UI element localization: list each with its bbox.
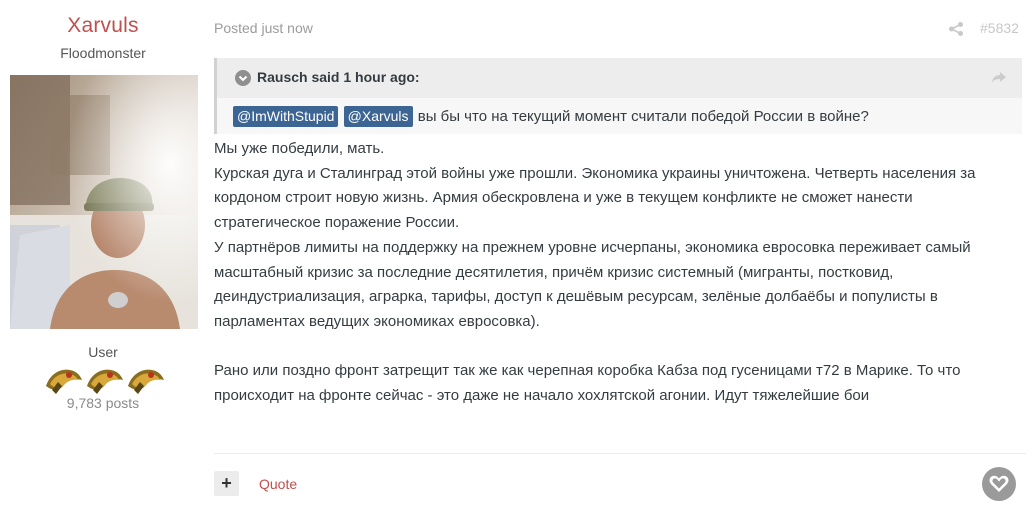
rank-icon — [128, 369, 164, 394]
post-line: Рано или поздно фронт затрещит так же ка… — [214, 362, 961, 380]
post-line: парламентах ведущих экономиках евросовка… — [214, 312, 540, 330]
post-timestamp[interactable]: Posted just now — [214, 20, 313, 36]
multiquote-button[interactable]: + — [214, 471, 239, 496]
rank-icon — [46, 369, 82, 394]
collapse-icon[interactable] — [235, 70, 251, 86]
post-line: Курская дуга и Сталинград этой войны уже… — [214, 164, 976, 182]
post-number-link[interactable]: #5832 — [980, 20, 1019, 36]
share-icon[interactable] — [948, 21, 964, 37]
author-post-count[interactable]: 9,783 posts — [0, 395, 206, 411]
quote-block: Rausch said 1 hour ago: @ImWithStupid @X… — [214, 58, 1022, 134]
mention-link[interactable]: @Xarvuls — [343, 106, 413, 127]
quote-header[interactable]: Rausch said 1 hour ago: — [217, 58, 1022, 98]
rank-badges — [44, 362, 166, 396]
post-line: стратегическое поражение России. — [214, 214, 460, 232]
quote-text: вы бы что на текущий момент считали побе… — [417, 108, 869, 125]
author-panel: Xarvuls Floodmonster User 9,783 posts — [0, 0, 206, 520]
mention-link[interactable]: @ImWithStupid — [233, 106, 339, 127]
quote-link-icon[interactable] — [991, 69, 1007, 85]
post-line: Мы уже победили, мать. — [214, 140, 385, 157]
author-title: Floodmonster — [60, 45, 146, 61]
post-line: кордоном строит новую жизнь. Армия обеск… — [214, 189, 913, 207]
author-name[interactable]: Xarvuls — [0, 14, 206, 38]
heart-icon — [989, 475, 1009, 492]
post-content: Мы уже победили, мать. Курская дуга и Ст… — [214, 137, 1026, 409]
post-line: масштабный кризис за последние десятилет… — [214, 263, 894, 281]
avatar[interactable] — [10, 75, 198, 329]
post-line: происходит на фронте сейчас - это даже н… — [214, 387, 870, 405]
rank-icon — [87, 369, 123, 394]
post-line: деиндустриализация, аграрка, тарифы, дос… — [214, 288, 938, 306]
post-line: У партнёров лимиты на поддержку на прежн… — [214, 238, 971, 256]
quote-body: @ImWithStupid @Xarvuls вы бы что на теку… — [233, 106, 869, 127]
quote-author: Rausch said 1 hour ago: — [257, 69, 420, 85]
footer-divider — [214, 453, 1026, 454]
quote-button[interactable]: Quote — [259, 476, 297, 492]
author-group: User — [88, 344, 118, 360]
react-button[interactable] — [982, 467, 1016, 501]
